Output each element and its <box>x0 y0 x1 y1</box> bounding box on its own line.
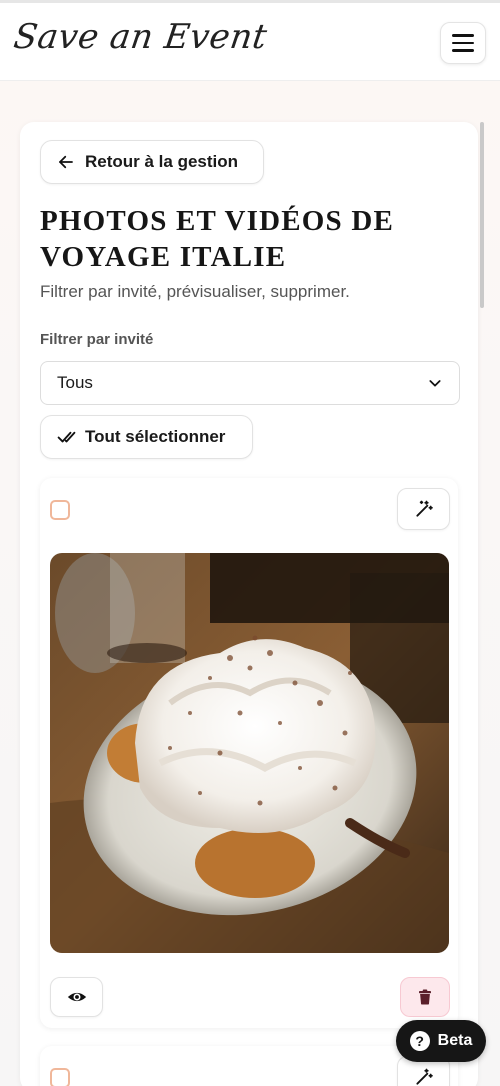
beta-feedback-button[interactable]: ? Beta <box>396 1020 486 1062</box>
hamburger-menu-icon <box>452 34 474 37</box>
guest-filter-value: Tous <box>57 373 93 392</box>
back-to-management-button[interactable]: Retour à la gestion <box>40 140 264 184</box>
select-all-button[interactable]: Tout sélectionner <box>40 415 253 459</box>
logo[interactable]: Save an Event <box>11 17 270 57</box>
media-photo[interactable] <box>50 553 449 953</box>
beta-label: Beta <box>437 1032 473 1049</box>
arrow-left-icon <box>59 155 73 169</box>
magic-wand-icon <box>415 1068 433 1085</box>
guest-filter-select[interactable]: Tous <box>40 361 460 405</box>
media-item <box>40 1046 458 1086</box>
filter-label: Filtrer par invité <box>40 331 154 348</box>
media-select-checkbox[interactable] <box>50 500 70 520</box>
page-title: PHOTOS ET VIDÉOS DE VOYAGE ITALIE <box>40 205 395 273</box>
app-header: Save an Event <box>0 3 500 81</box>
menu-button[interactable] <box>440 22 486 64</box>
chevron-down-icon <box>429 380 441 387</box>
double-check-icon <box>57 431 76 442</box>
enhance-button[interactable] <box>397 488 450 530</box>
magic-wand-icon <box>415 500 433 517</box>
question-circle-icon: ? <box>409 1031 430 1051</box>
trash-icon <box>419 989 431 1005</box>
media-select-checkbox[interactable] <box>50 1068 70 1086</box>
dessert-photo-image <box>50 553 449 953</box>
eye-icon <box>67 992 86 1002</box>
back-button-label: Retour à la gestion <box>85 152 239 171</box>
select-all-label: Tout sélectionner <box>85 427 226 446</box>
delete-button[interactable] <box>400 977 450 1017</box>
preview-button[interactable] <box>50 977 103 1017</box>
media-item <box>40 478 458 1028</box>
page-subtitle: Filtrer par invité, prévisualiser, suppr… <box>40 282 350 301</box>
scrollbar[interactable] <box>480 122 484 308</box>
